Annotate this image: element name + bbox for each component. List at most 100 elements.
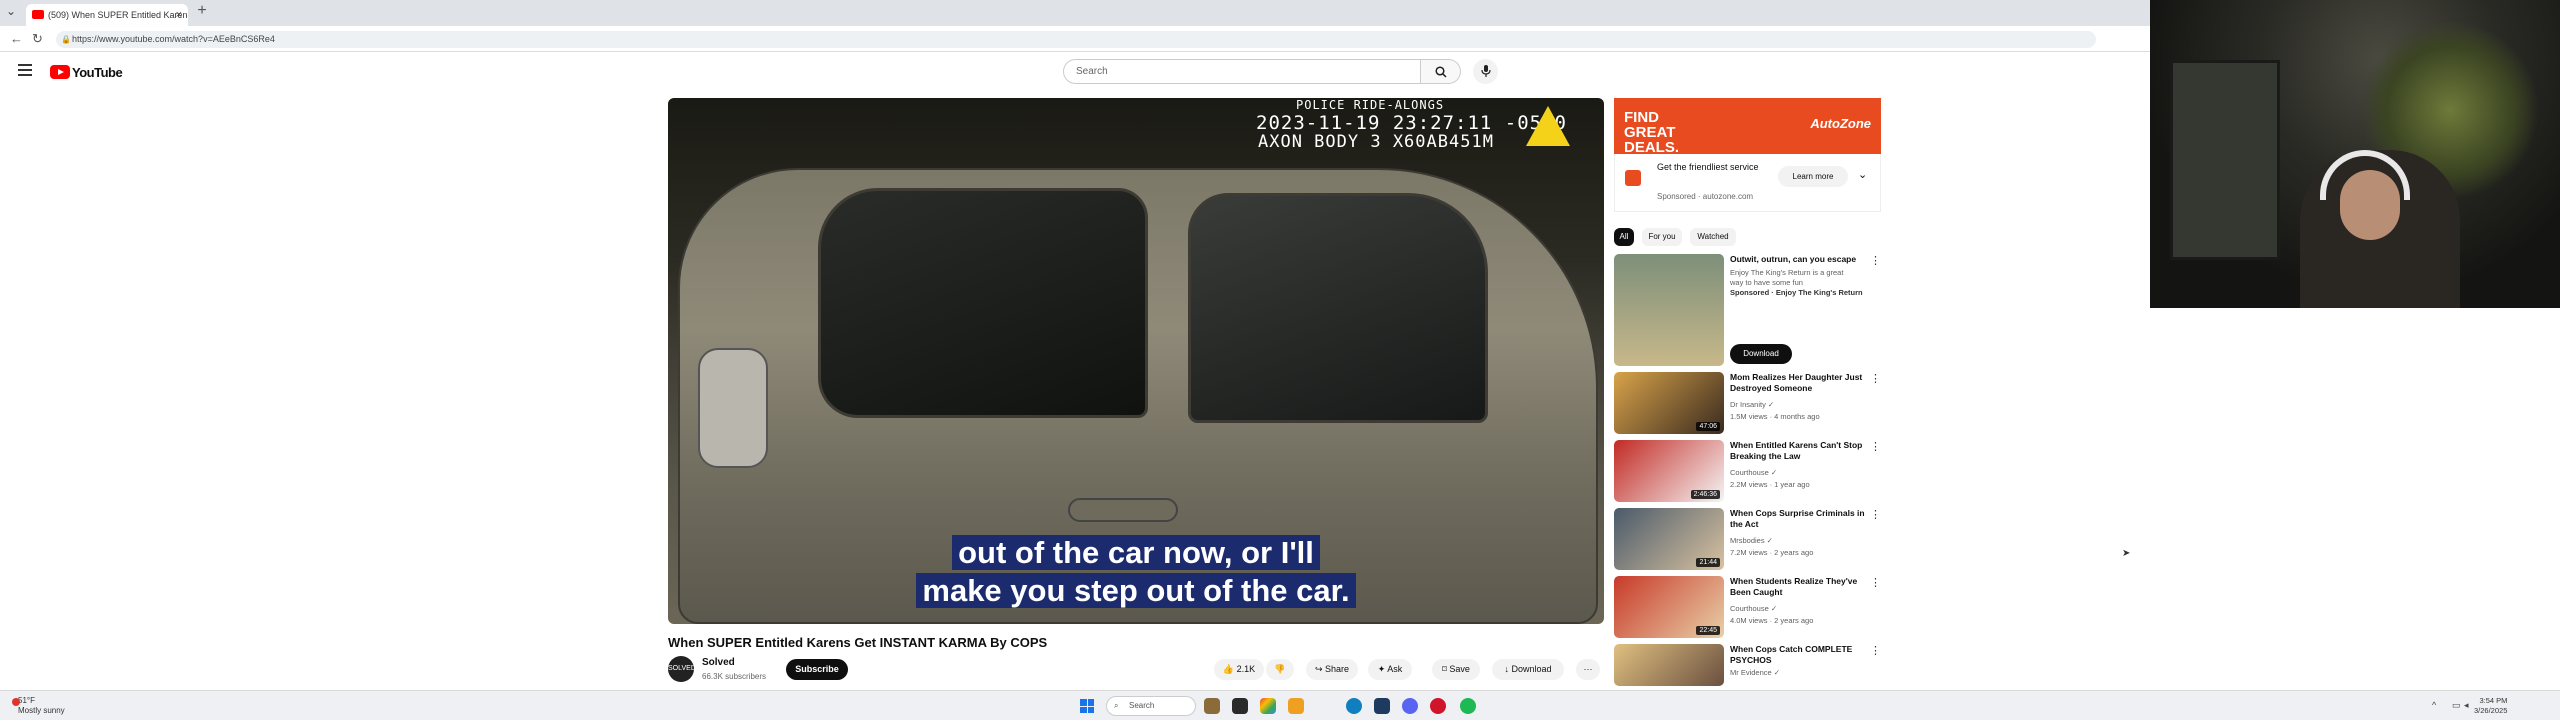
more-options-icon[interactable]: ⋮ bbox=[1870, 254, 1881, 267]
tab-menu-button[interactable]: ⌄ bbox=[6, 4, 16, 18]
search-input[interactable]: Search bbox=[1063, 59, 1421, 84]
video-player[interactable]: POLICE RIDE-ALONGS 2023-11-19 23:27:11 -… bbox=[668, 98, 1604, 624]
recommendation-item[interactable]: When Cops Catch COMPLETE PSYCHOS Mr Evid… bbox=[1614, 644, 1884, 686]
url-text: https://www.youtube.com/watch?v=AEeBnCS6… bbox=[72, 34, 275, 44]
more-actions-button[interactable]: ··· bbox=[1576, 659, 1600, 680]
channel-name[interactable]: Solved bbox=[702, 657, 735, 668]
download-app-button[interactable]: Download bbox=[1730, 344, 1792, 364]
video-overlay-channel-tag: POLICE RIDE-ALONGS bbox=[1296, 98, 1445, 112]
clock-time: 3:54 PM bbox=[2479, 696, 2508, 705]
autozone-logo: AutoZone bbox=[1810, 116, 1871, 131]
url-field[interactable]: 🔒 https://www.youtube.com/watch?v=AEeBnC… bbox=[56, 31, 2096, 48]
video-frame-mirror bbox=[698, 348, 768, 468]
browser-tab-bar: ⌄ (509) When SUPER Entitled Karens Get I… bbox=[0, 0, 2150, 26]
video-title: When SUPER Entitled Karens Get INSTANT K… bbox=[668, 635, 1048, 650]
youtube-play-icon bbox=[50, 65, 70, 79]
video-thumbnail[interactable] bbox=[1614, 644, 1724, 686]
recommendation-title[interactable]: When Cops Catch COMPLETE PSYCHOS bbox=[1730, 644, 1865, 666]
video-thumbnail[interactable]: 47:06 bbox=[1614, 372, 1724, 434]
recommendation-item[interactable]: 22:45 When Students Realize They've Been… bbox=[1614, 576, 1884, 638]
youtube-logo[interactable]: YouTube bbox=[50, 63, 123, 81]
video-subtitle: out of the car now, or I'll make you ste… bbox=[728, 534, 1544, 610]
weather-widget[interactable]: 51°F Mostly sunny bbox=[12, 696, 65, 716]
mouse-cursor-icon: ➤ bbox=[2122, 548, 2131, 559]
store-icon[interactable] bbox=[1374, 698, 1390, 714]
recommendation-title[interactable]: When Entitled Karens Can't Stop Breaking… bbox=[1730, 440, 1865, 462]
ask-button[interactable]: ✦ Ask bbox=[1368, 659, 1412, 680]
more-options-icon[interactable]: ⋮ bbox=[1870, 440, 1881, 453]
recommendation-description-2: way to have some fun bbox=[1730, 278, 1803, 287]
autozone-icon bbox=[1625, 170, 1641, 186]
recommendation-item[interactable]: 47:06 Mom Realizes Her Daughter Just Des… bbox=[1614, 372, 1884, 434]
spotify-icon[interactable] bbox=[1460, 698, 1476, 714]
video-thumbnail[interactable]: 2:46:36 bbox=[1614, 440, 1724, 502]
video-thumbnail[interactable]: 21:44 bbox=[1614, 508, 1724, 570]
search-icon[interactable] bbox=[1421, 59, 1461, 84]
recommendation-title[interactable]: Mom Realizes Her Daughter Just Destroyed… bbox=[1730, 372, 1865, 394]
webcam-window bbox=[2170, 60, 2280, 260]
more-options-icon[interactable]: ⋮ bbox=[1870, 576, 1881, 589]
channel-avatar[interactable]: SOLVED bbox=[668, 656, 696, 682]
recommendation-channel[interactable]: Courthouse ✓ bbox=[1730, 604, 1870, 614]
ad-sponsored-label: Sponsored · autozone.com bbox=[1657, 192, 1754, 201]
recommendation-title[interactable]: When Cops Surprise Criminals in the Act bbox=[1730, 508, 1865, 530]
recommendation-channel[interactable]: Courthouse ✓ bbox=[1730, 468, 1870, 478]
share-icon: ↪ bbox=[1314, 664, 1323, 674]
chip-watched[interactable]: Watched bbox=[1690, 228, 1736, 246]
weather-desc: Mostly sunny bbox=[18, 706, 65, 715]
more-options-icon[interactable]: ⋮ bbox=[1870, 644, 1881, 657]
subscribe-button[interactable]: Subscribe bbox=[786, 659, 848, 680]
recommendation-sponsored[interactable]: Outwit, outrun, can you escape Enjoy The… bbox=[1614, 254, 1884, 366]
ad-text: Get the friendliest service bbox=[1657, 162, 1759, 172]
chip-for-you[interactable]: For you bbox=[1642, 228, 1682, 246]
axon-logo-icon bbox=[1526, 106, 1570, 146]
lock-icon: 🔒 bbox=[61, 35, 71, 44]
windows-start-icon[interactable] bbox=[1080, 699, 1094, 713]
recommendation-title[interactable]: When Students Realize They've Been Caugh… bbox=[1730, 576, 1865, 598]
share-button[interactable]: ↪ Share bbox=[1306, 659, 1358, 680]
weather-icon bbox=[12, 698, 20, 706]
dislike-button[interactable]: 👎 bbox=[1266, 659, 1294, 680]
recommendation-stats: 4.0M views · 2 years ago bbox=[1730, 616, 1814, 625]
tray-expand-icon[interactable]: ^ bbox=[2432, 700, 2436, 710]
download-button[interactable]: ↓ Download bbox=[1492, 659, 1564, 680]
recommendation-channel[interactable]: Mr Evidence ✓ bbox=[1730, 668, 1870, 678]
task-view-icon[interactable] bbox=[1232, 698, 1248, 714]
discord-icon[interactable] bbox=[1402, 698, 1418, 714]
mic-icon[interactable] bbox=[1473, 59, 1498, 84]
chevron-down-icon[interactable]: ⌄ bbox=[1858, 168, 1867, 181]
chrome-icon[interactable] bbox=[1260, 698, 1276, 714]
video-thumbnail[interactable] bbox=[1614, 254, 1724, 366]
ad-banner[interactable]: FIND GREAT DEALS. AutoZone bbox=[1614, 98, 1881, 155]
recommendation-channel[interactable]: Mrsbodies ✓ bbox=[1730, 536, 1870, 546]
recommendation-channel[interactable]: Dr Insanity ✓ bbox=[1730, 400, 1870, 410]
taskbar-clock[interactable]: 3:54 PM 3/26/2025 bbox=[2474, 696, 2507, 716]
learn-more-button[interactable]: Learn more bbox=[1778, 166, 1848, 187]
recommendation-item[interactable]: 2:46:36 When Entitled Karens Can't Stop … bbox=[1614, 440, 1884, 502]
recommendation-stats: 1.5M views · 4 months ago bbox=[1730, 412, 1820, 421]
taskbar-app-icon[interactable] bbox=[1204, 698, 1220, 714]
save-button[interactable]: ⌑ Save bbox=[1432, 659, 1480, 680]
new-tab-button[interactable]: + bbox=[192, 2, 212, 20]
recommendation-item[interactable]: 21:44 When Cops Surprise Criminals in th… bbox=[1614, 508, 1884, 570]
volume-icon[interactable]: ◂ bbox=[2464, 700, 2469, 711]
browser-tab[interactable]: (509) When SUPER Entitled Karens Get INS… bbox=[26, 4, 188, 26]
reload-icon[interactable]: ↻ bbox=[32, 31, 43, 47]
more-options-icon[interactable]: ⋮ bbox=[1870, 508, 1881, 521]
edge-icon[interactable] bbox=[1346, 698, 1362, 714]
tab-close-icon[interactable]: × bbox=[176, 4, 182, 26]
like-button[interactable]: 👍 2.1K bbox=[1214, 659, 1264, 680]
thumbs-up-icon: 👍 bbox=[1222, 664, 1235, 674]
network-icon[interactable]: ▭ bbox=[2452, 700, 2461, 711]
file-explorer-icon[interactable] bbox=[1288, 698, 1304, 714]
chip-all[interactable]: All bbox=[1614, 228, 1634, 246]
app-icon[interactable] bbox=[1430, 698, 1446, 714]
taskbar-search[interactable]: ⌕ Search bbox=[1106, 696, 1196, 716]
video-thumbnail[interactable]: 22:45 bbox=[1614, 576, 1724, 638]
back-icon[interactable]: ← bbox=[10, 31, 23, 46]
bodycam-device-id: AXON BODY 3 X60AB451M bbox=[1258, 132, 1494, 152]
recommendation-title[interactable]: Outwit, outrun, can you escape bbox=[1730, 254, 1865, 265]
more-options-icon[interactable]: ⋮ bbox=[1870, 372, 1881, 385]
hamburger-menu-icon[interactable] bbox=[18, 64, 32, 76]
youtube-favicon-icon bbox=[32, 10, 44, 19]
